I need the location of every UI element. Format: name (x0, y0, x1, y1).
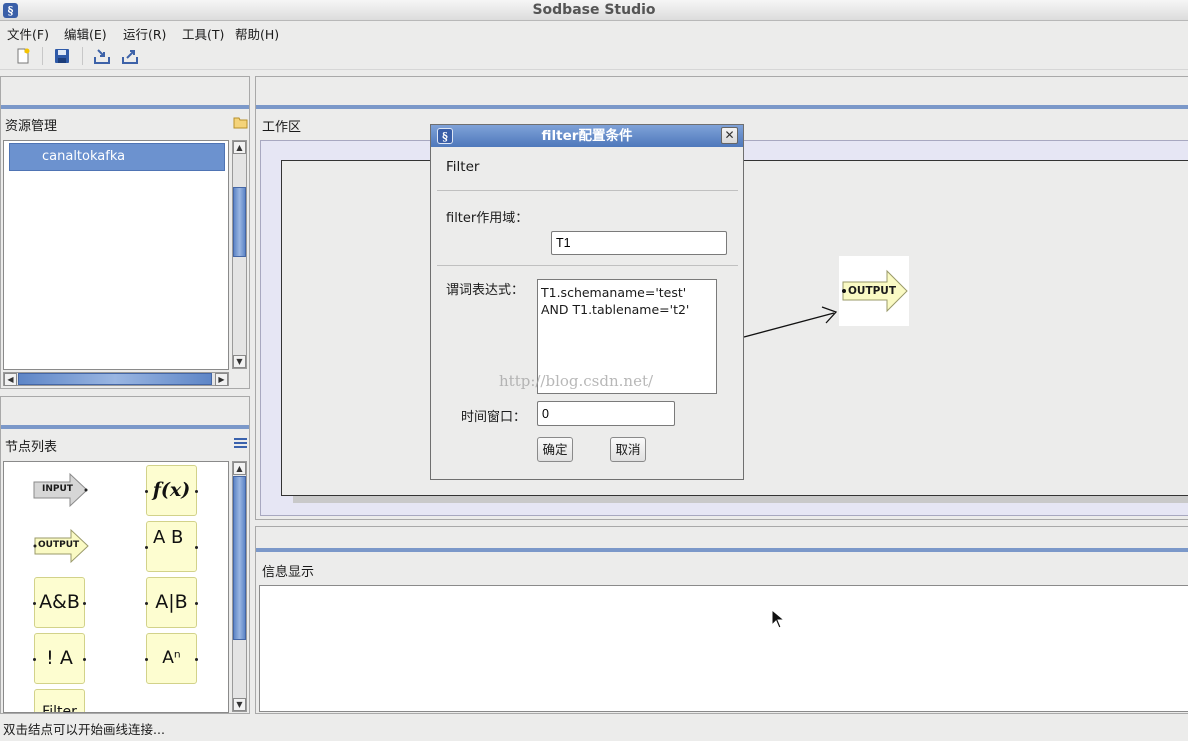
node-and[interactable]: A&B (33, 577, 86, 628)
panel-accent-bar (1, 105, 249, 109)
scroll-up-icon[interactable]: ▲ (233, 462, 246, 475)
cancel-button[interactable]: 取消 (610, 437, 646, 462)
node-filter-label: Filter (42, 704, 77, 713)
predicate-line-1: T1.schemaname='test' (541, 285, 687, 300)
time-window-label: 时间窗口： (461, 410, 527, 425)
confirm-button[interactable]: 确定 (537, 437, 573, 462)
panel-accent-bar (256, 548, 1188, 552)
divider (437, 265, 738, 266)
folder-icon[interactable] (233, 115, 248, 129)
scroll-down-icon[interactable]: ▼ (233, 698, 246, 711)
status-bar-text: 双击结点可以开始画线连接... (3, 722, 165, 737)
panel-accent-bar (1, 425, 249, 429)
node-not[interactable]: ! A (33, 633, 86, 684)
node-or-label: A|B (155, 591, 188, 613)
node-output[interactable]: OUTPUT (32, 528, 90, 564)
workspace-output-label: OUTPUT (848, 285, 896, 297)
predicate-label: 谓词表达式： (446, 283, 525, 298)
dialog-title: filter配置条件 (541, 128, 633, 144)
menu-run[interactable]: 运行(R) (123, 24, 166, 43)
port-dot (145, 490, 148, 493)
scope-label: filter作用域： (446, 211, 529, 226)
close-icon[interactable]: ✕ (721, 127, 738, 144)
scope-input[interactable] (551, 231, 727, 255)
node-panel: 节点列表 INPUT f(x) OUTPUT A B A&B A|B ! A A… (0, 396, 250, 714)
port-dot (83, 602, 86, 605)
node-function[interactable]: f(x) (145, 465, 198, 516)
export-icon[interactable] (121, 47, 139, 65)
resource-horizontal-scrollbar[interactable]: ◀ ▶ (3, 372, 229, 386)
port-dot (33, 602, 36, 605)
node-join-label: A B (153, 527, 184, 548)
scroll-thumb[interactable] (233, 476, 246, 640)
resource-panel-title: 资源管理 (5, 119, 58, 134)
menu-help[interactable]: 帮助(H) (235, 24, 279, 43)
scroll-thumb[interactable] (18, 373, 212, 385)
node-join[interactable]: A B (145, 521, 198, 572)
menu-file[interactable]: 文件(F) (7, 24, 49, 43)
node-power-label: Aⁿ (162, 648, 181, 668)
mouse-cursor-icon (771, 609, 785, 629)
dialog-header: Filter (446, 159, 480, 175)
node-and-label: A&B (39, 591, 80, 613)
scroll-left-icon[interactable]: ◀ (4, 373, 17, 386)
port-dot (145, 546, 148, 549)
scroll-down-icon[interactable]: ▼ (233, 355, 246, 368)
time-window-input[interactable] (537, 401, 675, 426)
toolbar-separator (82, 47, 83, 65)
menu-tools[interactable]: 工具(T) (182, 24, 224, 43)
new-file-icon[interactable] (14, 47, 32, 65)
node-or[interactable]: A|B (145, 577, 198, 628)
menu-icon[interactable] (234, 437, 247, 449)
menu-bar: 文件(F) 编辑(E) 运行(R) 工具(T) 帮助(H) (0, 21, 1188, 42)
scroll-right-icon[interactable]: ▶ (215, 373, 228, 386)
port-dot (145, 602, 148, 605)
panel-accent-bar (256, 105, 1188, 109)
node-panel-title: 节点列表 (5, 440, 58, 455)
node-function-label: f(x) (152, 479, 191, 501)
node-list: INPUT f(x) OUTPUT A B A&B A|B ! A Aⁿ Fil… (3, 461, 229, 713)
node-output-label: OUTPUT (38, 540, 80, 550)
port-dot (83, 658, 86, 661)
workspace-title: 工作区 (262, 120, 302, 135)
toolbar (0, 42, 1188, 70)
node-power[interactable]: Aⁿ (145, 633, 198, 684)
port-dot (195, 490, 198, 493)
scroll-up-icon[interactable]: ▲ (233, 141, 246, 154)
scroll-thumb[interactable] (233, 187, 246, 257)
node-input-label: INPUT (42, 484, 73, 494)
port-dot (195, 602, 198, 605)
workspace-output-node[interactable]: OUTPUT (839, 256, 909, 326)
save-icon[interactable] (53, 47, 71, 65)
node-filter[interactable]: Filter (34, 689, 85, 713)
filter-dialog: § filter配置条件 ✕ Filter filter作用域： 谓词表达式： … (430, 124, 744, 480)
info-panel: 信息显示 (255, 526, 1188, 714)
watermark: http://blog.csdn.net/ (499, 372, 654, 390)
menu-edit[interactable]: 编辑(E) (64, 24, 107, 43)
import-icon[interactable] (93, 47, 111, 65)
divider (437, 190, 738, 191)
title-bar: § Sodbase Studio (0, 0, 1188, 21)
info-text-area[interactable] (259, 585, 1188, 712)
sodbase-logo-icon: § (437, 128, 453, 144)
info-panel-title: 信息显示 (262, 565, 315, 580)
dialog-title-bar: § filter配置条件 ✕ (431, 125, 743, 147)
node-input[interactable]: INPUT (32, 472, 90, 508)
resource-panel: 资源管理 canaltokafka ▲ ▼ ◀ ▶ (0, 76, 250, 389)
window-title: Sodbase Studio (532, 2, 656, 18)
port-dot (33, 658, 36, 661)
resource-vertical-scrollbar[interactable]: ▲ ▼ (232, 140, 247, 369)
node-scrollbar[interactable]: ▲ ▼ (232, 461, 247, 712)
resource-item-canaltokafka[interactable]: canaltokafka (9, 143, 225, 171)
resource-list: canaltokafka (3, 140, 229, 370)
port-dot (145, 658, 148, 661)
predicate-line-2: AND T1.tablename='t2' (541, 302, 690, 317)
port-dot (195, 658, 198, 661)
port-dot (195, 546, 198, 549)
node-not-label: ! A (46, 647, 73, 669)
toolbar-separator (42, 47, 43, 65)
